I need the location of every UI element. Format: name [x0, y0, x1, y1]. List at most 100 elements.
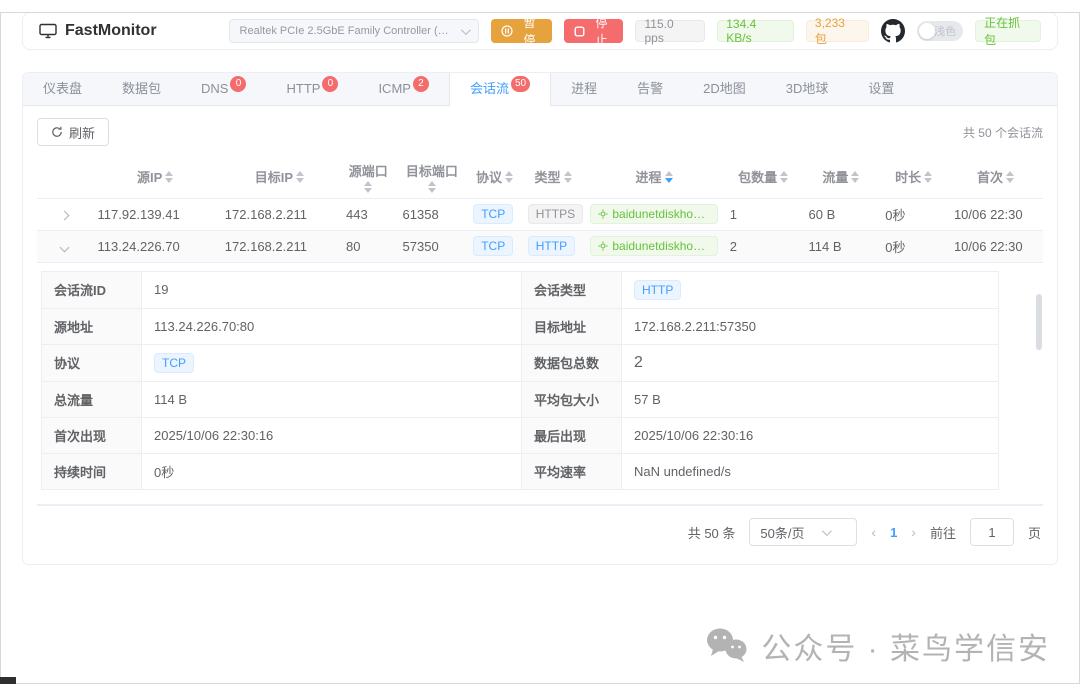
tab-settings[interactable]: 设置 [848, 73, 914, 105]
detail-value: 172.168.2.211:57350 [622, 308, 999, 344]
pps-badge: 115.0 pps [635, 20, 705, 42]
sort-icon [165, 171, 173, 183]
monitor-icon [39, 23, 57, 39]
goto-page-input[interactable] [970, 518, 1014, 546]
vertical-scrollbar[interactable] [1036, 294, 1042, 350]
detail-label: 会话流ID [42, 271, 142, 308]
col-dst-port[interactable]: 目标端口 [397, 156, 468, 198]
theme-toggle-label: 浅色 [934, 23, 956, 39]
detail-label: 首次出现 [42, 417, 142, 453]
tab-2d-map[interactable]: 2D地图 [683, 73, 766, 105]
app-brand: FastMonitor [39, 22, 157, 40]
stop-label: 停止 [590, 14, 614, 48]
page-size-select[interactable]: 50条/页 [749, 518, 857, 546]
type-badge: HTTP [528, 236, 575, 256]
app-title: FastMonitor [65, 22, 157, 40]
sort-icon [851, 171, 859, 183]
expand-icon[interactable] [59, 210, 69, 220]
tab-icmp[interactable]: ICMP2 [358, 73, 449, 105]
pause-button[interactable]: 暂停 [491, 19, 552, 43]
tab-alerts[interactable]: 告警 [617, 73, 683, 105]
detail-row: 会话流ID 19 会话类型 HTTP 源地址 113.24.226.70:80 … [37, 262, 1043, 504]
sort-icon [364, 181, 372, 193]
flow-total-label: 共 50 个会话流 [963, 124, 1043, 141]
icmp-count-badge: 2 [413, 76, 429, 92]
col-duration[interactable]: 时长 [879, 156, 948, 198]
gear-icon [598, 241, 608, 251]
detail-value: 113.24.226.70:80 [142, 308, 522, 344]
tab-3d-globe[interactable]: 3D地球 [766, 73, 849, 105]
process-badge: baidunetdiskhost.exe [590, 204, 717, 224]
stop-icon [574, 26, 585, 37]
flow-detail-panel: 会话流ID 19 会话类型 HTTP 源地址 113.24.226.70:80 … [37, 263, 1043, 504]
table-row-expanded[interactable]: 113.24.226.70 172.168.2.211 80 57350 TCP… [37, 230, 1043, 262]
goto-label: 前往 [930, 523, 956, 542]
col-src-ip[interactable]: 源IP [92, 156, 219, 198]
next-page-button[interactable]: › [911, 524, 916, 540]
sort-icon [1006, 171, 1014, 183]
col-packets[interactable]: 包数量 [724, 156, 803, 198]
detail-label: 总流量 [42, 381, 142, 417]
collapse-icon[interactable] [59, 242, 69, 252]
pause-icon [501, 25, 513, 37]
current-page[interactable]: 1 [890, 525, 897, 540]
corner-notch [0, 677, 16, 684]
flow-table: 源IP 目标IP 源端口 目标端口 协议 类型 进程 包数量 流量 时长 首次 [37, 156, 1043, 506]
tab-dns[interactable]: DNS0 [181, 73, 266, 105]
tab-processes[interactable]: 进程 [551, 73, 617, 105]
toggle-knob-icon [919, 23, 935, 39]
col-dst-ip[interactable]: 目标IP [219, 156, 340, 198]
tab-bar: 仪表盘 数据包 DNS0 HTTP0 ICMP2 会话流50 进程 告警 2D地… [23, 73, 1057, 106]
detail-label: 平均包大小 [522, 381, 622, 417]
interface-select-value: Realtek PCIe 2.5GbE Family Controller (1… [240, 25, 453, 37]
toolbar: 刷新 共 50 个会话流 [37, 118, 1043, 146]
protocol-badge: TCP [154, 353, 194, 373]
col-traffic[interactable]: 流量 [803, 156, 880, 198]
refresh-button[interactable]: 刷新 [37, 118, 109, 146]
col-process[interactable]: 进程 [584, 156, 723, 198]
page-size-value: 50条/页 [760, 523, 804, 542]
header-bar: FastMonitor Realtek PCIe 2.5GbE Family C… [22, 12, 1058, 50]
prev-page-button[interactable]: ‹ [871, 524, 876, 540]
theme-toggle[interactable]: 浅色 [917, 21, 963, 41]
flow-detail-table: 会话流ID 19 会话类型 HTTP 源地址 113.24.226.70:80 … [41, 271, 999, 490]
github-icon[interactable] [881, 19, 905, 43]
col-protocol[interactable]: 协议 [467, 156, 522, 198]
detail-label: 平均速率 [522, 453, 622, 489]
detail-label: 源地址 [42, 308, 142, 344]
detail-label: 数据包总数 [522, 344, 622, 381]
stop-button[interactable]: 停止 [564, 19, 624, 43]
table-header-row: 源IP 目标IP 源端口 目标端口 协议 类型 进程 包数量 流量 时长 首次 [37, 156, 1043, 198]
rate-badge: 134.4 KB/s [717, 20, 794, 42]
pause-label: 暂停 [518, 14, 542, 48]
detail-value: 2025/10/06 22:30:16 [622, 417, 999, 453]
sort-icon [564, 171, 572, 183]
sort-icon [780, 171, 788, 183]
flows-count-badge: 50 [511, 76, 530, 92]
tab-http[interactable]: HTTP0 [266, 73, 358, 105]
tab-packets[interactable]: 数据包 [102, 73, 181, 105]
pagination-total: 共 50 条 [688, 523, 736, 542]
detail-value: 114 B [142, 381, 522, 417]
packets-badge: 3,233 包 [806, 20, 869, 42]
tab-dashboard[interactable]: 仪表盘 [23, 73, 102, 105]
watermark: 公众号 · 菜鸟学信安 [705, 624, 1050, 668]
gear-icon [598, 209, 608, 219]
protocol-badge: TCP [473, 204, 513, 224]
capture-status-badge: 正在抓包 [975, 20, 1041, 42]
col-src-port[interactable]: 源端口 [340, 156, 397, 198]
table-row[interactable]: 106.226.243.35 172.168.2.211 443 60943 T… [37, 504, 1043, 506]
tab-flows[interactable]: 会话流50 [449, 73, 551, 106]
col-first-seen[interactable]: 首次 [948, 156, 1043, 198]
detail-value: 2 [622, 344, 999, 381]
detail-value: 0秒 [142, 453, 522, 489]
detail-value: 19 [142, 271, 522, 308]
wechat-icon [705, 627, 749, 665]
table-row[interactable]: 117.92.139.41 172.168.2.211 443 61358 TC… [37, 198, 1043, 230]
col-type[interactable]: 类型 [522, 156, 585, 198]
sort-icon [665, 171, 673, 183]
interface-select[interactable]: Realtek PCIe 2.5GbE Family Controller (1… [229, 19, 479, 43]
detail-label: 会话类型 [522, 271, 622, 308]
flow-table-container: 源IP 目标IP 源端口 目标端口 协议 类型 进程 包数量 流量 时长 首次 [37, 156, 1043, 506]
pagination: 共 50 条 50条/页 ‹ 1 › 前往 页 [37, 506, 1043, 554]
